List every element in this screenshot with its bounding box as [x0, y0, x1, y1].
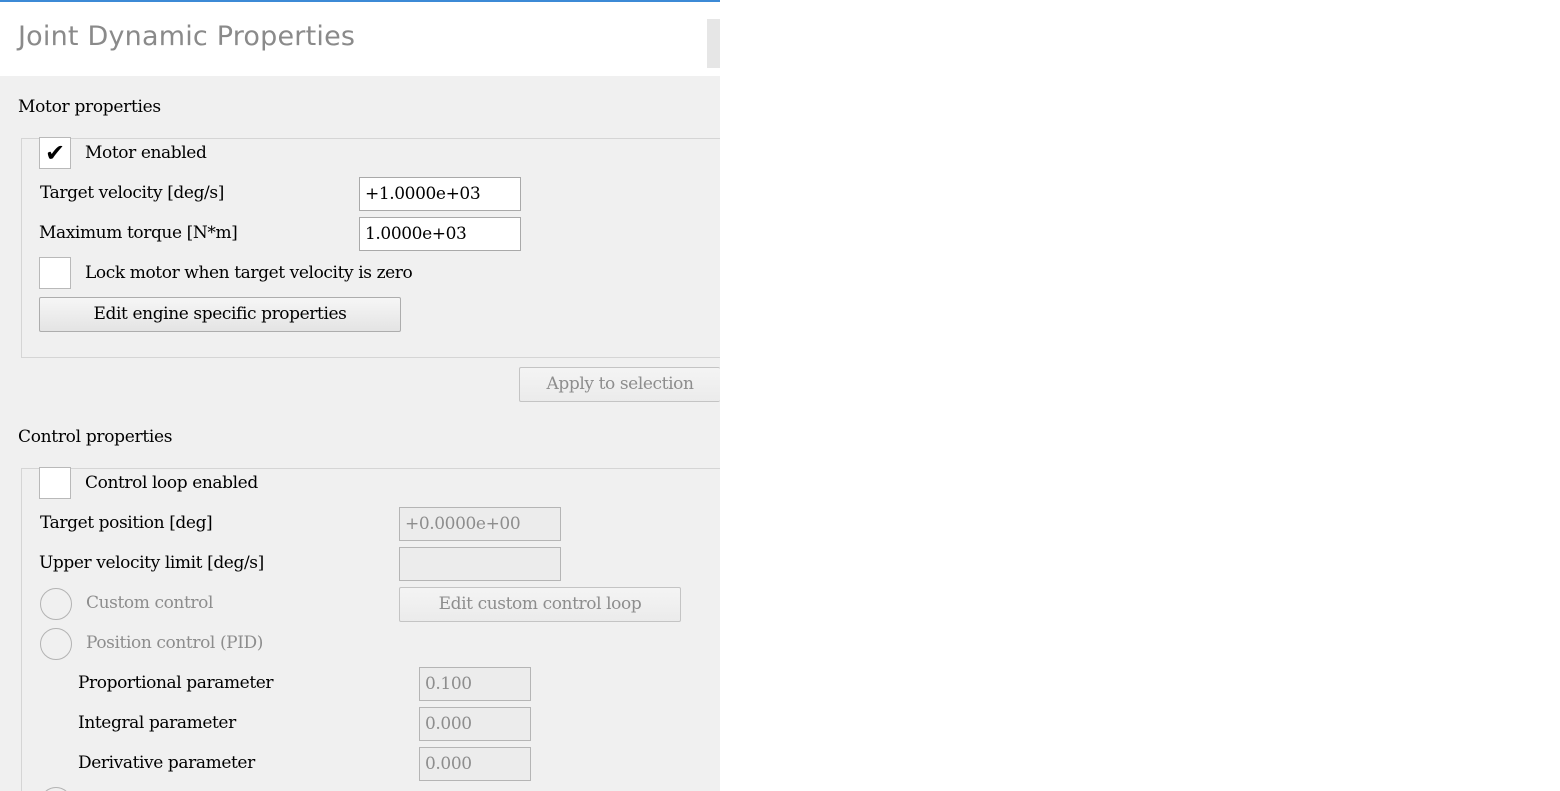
target-velocity-input[interactable]: +1.0000e+03 — [359, 177, 521, 211]
edit-engine-properties-button[interactable]: Edit engine specific properties — [39, 297, 401, 332]
derivative-parameter-input[interactable]: 0.000 — [419, 747, 531, 781]
custom-control-label: Custom control — [86, 593, 214, 613]
maximum-torque-input[interactable]: 1.0000e+03 — [359, 217, 521, 251]
title-bar[interactable]: Joint Dynamic Properties — [0, 2, 720, 76]
window-title: Joint Dynamic Properties — [18, 21, 356, 52]
upper-velocity-limit-input[interactable] — [399, 547, 561, 581]
control-properties-heading: Control properties — [18, 427, 173, 447]
lock-motor-checkbox[interactable] — [39, 257, 71, 289]
proportional-parameter-label: Proportional parameter — [78, 673, 274, 693]
position-control-pid-radio[interactable] — [40, 628, 72, 660]
title-bar-control[interactable] — [707, 19, 720, 68]
target-position-label: Target position [deg] — [40, 513, 213, 533]
joint-dynamic-properties-dialog: Joint Dynamic Properties Motor propertie… — [0, 0, 720, 791]
motor-enabled-checkbox[interactable]: ✔ — [39, 137, 71, 169]
target-velocity-label: Target velocity [deg/s] — [40, 183, 224, 203]
control-loop-label: Control loop enabled — [85, 473, 258, 493]
proportional-parameter-input[interactable]: 0.100 — [419, 667, 531, 701]
motor-enabled-label: Motor enabled — [85, 143, 207, 163]
custom-control-radio[interactable] — [40, 588, 72, 620]
motor-properties-heading: Motor properties — [18, 97, 161, 117]
edit-custom-control-loop-button[interactable]: Edit custom control loop — [399, 587, 681, 622]
checkmark-icon: ✔ — [45, 139, 66, 167]
position-control-pid-label: Position control (PID) — [86, 633, 263, 653]
lock-motor-label: Lock motor when target velocity is zero — [85, 263, 413, 283]
integral-parameter-label: Integral parameter — [78, 713, 236, 733]
control-loop-checkbox[interactable] — [39, 467, 71, 499]
apply-to-selection-button[interactable]: Apply to selection — [519, 367, 720, 402]
integral-parameter-input[interactable]: 0.000 — [419, 707, 531, 741]
maximum-torque-label: Maximum torque [N*m] — [39, 223, 238, 243]
target-position-input[interactable]: +0.0000e+00 — [399, 507, 561, 541]
derivative-parameter-label: Derivative parameter — [78, 753, 255, 773]
upper-velocity-limit-label: Upper velocity limit [deg/s] — [39, 553, 264, 573]
